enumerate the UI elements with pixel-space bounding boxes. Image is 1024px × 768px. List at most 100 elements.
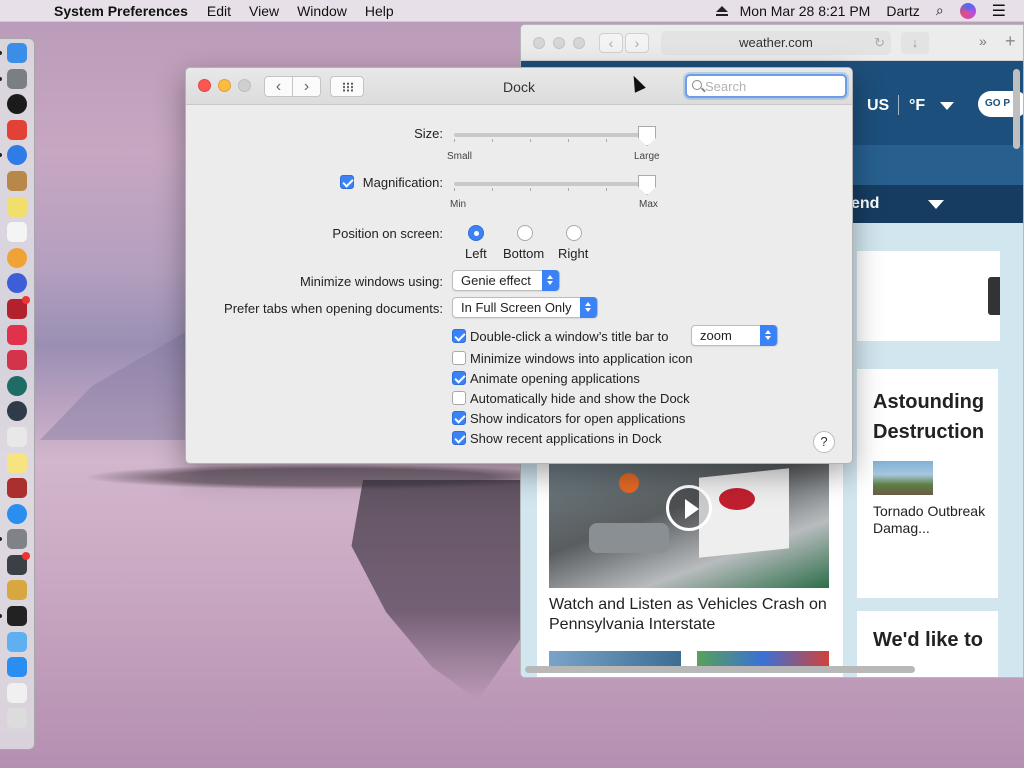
video-card[interactable]: Watch and Listen as Vehicles Crash on Pe… [537,463,843,677]
new-tab-icon[interactable]: + [1005,31,1016,52]
downloads-icon[interactable] [7,657,27,678]
play-icon[interactable] [666,485,712,531]
chevron-down-icon[interactable] [940,102,954,110]
eject-icon[interactable] [715,5,732,16]
horizontal-scrollbar[interactable] [525,666,915,673]
position-right-label[interactable]: Right [558,246,588,261]
reload-icon[interactable]: ↻ [874,31,885,55]
prefer-tabs-popup[interactable]: In Full Screen Only [452,297,598,318]
spotlight-icon[interactable]: ⌕ [928,2,952,19]
document-icon[interactable] [7,682,27,703]
itunes-icon[interactable] [7,273,27,294]
block-icon[interactable] [7,324,27,345]
help-button[interactable]: ? [813,431,835,453]
photos-icon[interactable] [7,247,27,268]
search-field[interactable] [685,74,847,98]
system-preferences-icon[interactable] [0,529,27,550]
autohide-dock-label[interactable]: Automatically hide and show the Dock [470,391,690,406]
launchpad-icon[interactable] [0,68,27,89]
safari-address-bar[interactable]: weather.com ↻ [661,31,891,55]
menu-clock[interactable]: Mon Mar 28 8:21 PM [732,3,879,19]
xcode-icon[interactable] [7,551,30,575]
animate-apps-checkbox[interactable] [452,371,466,385]
siri-icon[interactable] [7,94,27,115]
trending-label[interactable]: end [851,195,879,213]
position-label: Position on screen: [332,226,443,241]
safari-back-button[interactable]: ‹ [599,33,623,53]
time-machine-icon[interactable] [7,375,27,396]
window-titlebar[interactable]: ‹ › Dock [186,68,852,105]
menu-user[interactable]: Dartz [878,3,927,19]
stickies-icon[interactable] [7,196,27,217]
vertical-scrollbar[interactable] [1013,69,1020,149]
siri-icon[interactable] [959,2,976,19]
thumbnail[interactable] [697,651,829,667]
animate-apps-label[interactable]: Animate opening applications [470,371,640,386]
notefile-icon[interactable] [7,170,27,191]
position-left-radio[interactable] [468,225,484,241]
autohide-dock-checkbox[interactable] [452,391,466,405]
side-card-title: Astounding Destruction [873,391,985,443]
search-icon [692,80,702,90]
position-bottom-radio[interactable] [517,225,533,241]
size-slider[interactable] [454,133,648,142]
show-indicators-checkbox[interactable] [452,411,466,425]
thumbnail-car [589,523,669,553]
calendar-icon[interactable] [7,222,27,243]
safari-minimize-button[interactable] [553,37,565,49]
magnification-slider[interactable] [454,182,648,191]
magnification-slider-knob[interactable] [638,175,656,195]
size-max-label: Large [634,151,660,162]
safari-more-icon[interactable]: » [979,33,987,49]
double-click-checkbox[interactable] [452,329,466,343]
double-click-label[interactable]: Double-click a window’s title bar to [470,329,668,344]
side-card[interactable]: Astounding Destruction Tornado Outbreak … [857,369,998,598]
finder-icon[interactable] [0,43,27,63]
video-headline[interactable]: Watch and Listen as Vehicles Crash on Pe… [549,595,839,635]
app-red-icon[interactable] [7,350,27,371]
menu-help[interactable]: Help [356,3,403,19]
safari-close-button[interactable] [533,37,545,49]
minimize-effect-popup[interactable]: Genie effect [452,270,560,291]
notification-center-icon[interactable]: ☰ [984,1,1014,21]
unit-selector[interactable]: °F [909,97,925,115]
menu-app-name[interactable]: System Preferences [40,3,198,19]
minimize-into-icon-checkbox[interactable] [452,351,466,365]
safari-zoom-button[interactable] [573,37,585,49]
thumbnail[interactable] [549,651,681,667]
side-card-caption[interactable]: Tornado Outbreak Damag... [873,503,993,537]
safari-icon[interactable] [0,145,27,166]
chrome-icon[interactable] [7,119,27,140]
photobooth-icon[interactable] [7,295,30,319]
notes-icon[interactable] [7,452,27,473]
region-selector[interactable]: US [867,97,889,115]
show-recent-checkbox[interactable] [452,431,466,445]
search-input[interactable] [705,77,837,95]
safari-forward-button[interactable]: › [625,33,649,53]
safari-toolbar: ‹ › weather.com ↻ ↓ » + [521,25,1023,61]
header-divider [898,95,899,115]
terminal-icon[interactable] [0,606,27,627]
quicktime-icon[interactable] [7,401,27,422]
car-icon[interactable] [7,580,27,601]
menu-edit[interactable]: Edit [198,3,240,19]
mail-icon[interactable] [7,631,27,652]
position-bottom-label[interactable]: Bottom [503,246,544,261]
position-left-label[interactable]: Left [465,246,487,261]
video-thumbnail[interactable] [549,463,829,588]
show-indicators-label[interactable]: Show indicators for open applications [470,411,685,426]
chevron-down-icon[interactable] [928,200,944,209]
minimize-into-icon-label[interactable]: Minimize windows into application icon [470,351,693,366]
show-recent-label[interactable]: Show recent applications in Dock [470,431,662,446]
app-store-icon[interactable] [7,503,27,524]
size-slider-knob[interactable] [638,126,656,146]
menu-view[interactable]: View [240,3,288,19]
side-card-image[interactable] [873,461,933,495]
position-right-radio[interactable] [566,225,582,241]
dictionary-icon[interactable] [7,478,27,499]
double-click-action-popup[interactable]: zoom [691,325,778,346]
textedit-icon[interactable] [7,426,27,447]
menu-window[interactable]: Window [288,3,356,19]
trash-icon[interactable] [7,708,27,729]
downloads-icon[interactable]: ↓ [901,32,929,54]
